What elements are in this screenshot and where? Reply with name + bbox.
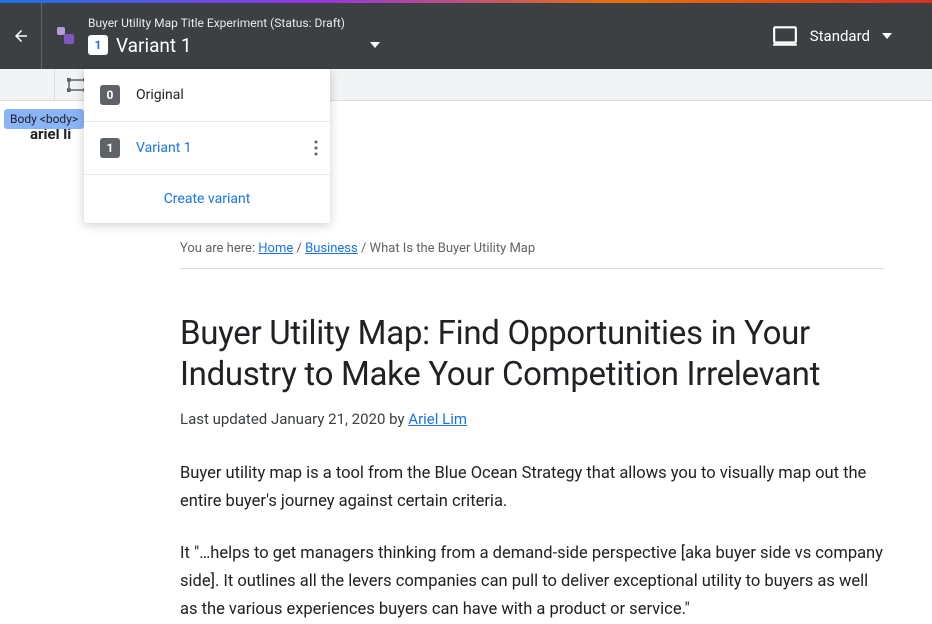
variant-name: Variant 1: [116, 34, 192, 57]
back-button[interactable]: [0, 3, 42, 69]
desktop-icon: [772, 25, 798, 47]
breadcrumb-current: / What Is the Buyer Utility Map: [358, 241, 535, 256]
breadcrumb: You are here: Home / Business / What Is …: [180, 241, 884, 269]
variant-badge: 1: [88, 35, 108, 55]
device-label: Standard: [810, 27, 870, 45]
chevron-down-icon: [370, 42, 380, 48]
article-meta: Last updated January 21, 2020 by Ariel L…: [180, 410, 884, 428]
more-options-button[interactable]: [314, 140, 318, 156]
dropdown-badge: 0: [100, 85, 120, 105]
title-area: Buyer Utility Map Title Experiment (Stat…: [88, 8, 772, 65]
article-paragraph: It "…helps to get managers thinking from…: [180, 540, 884, 624]
breadcrumb-prefix: You are here:: [180, 241, 258, 256]
breadcrumb-sep: /: [293, 241, 305, 256]
variant-dropdown-menu: 0 Original 1 Variant 1 Create variant: [84, 69, 330, 223]
meta-date: Last updated January 21, 2020 by: [180, 410, 408, 428]
experiment-title: Buyer Utility Map Title Experiment (Stat…: [88, 16, 772, 30]
app-header: Buyer Utility Map Title Experiment (Stat…: [0, 3, 932, 69]
element-selector-tag[interactable]: Body <body>: [4, 109, 84, 129]
dropdown-badge: 1: [100, 138, 120, 158]
variant-selector[interactable]: 1 Variant 1: [88, 34, 772, 57]
dropdown-label: Variant 1: [136, 140, 192, 156]
dropdown-item-original[interactable]: 0 Original: [84, 69, 330, 122]
breadcrumb-home-link[interactable]: Home: [258, 241, 293, 256]
article-body: Buyer utility map is a tool from the Blu…: [180, 460, 884, 624]
more-vert-icon: [314, 140, 318, 156]
article-title: Buyer Utility Map: Find Opportunities in…: [180, 313, 884, 396]
article-paragraph: Buyer utility map is a tool from the Blu…: [180, 460, 884, 516]
dropdown-label: Original: [136, 87, 184, 103]
author-link[interactable]: Ariel Lim: [408, 410, 467, 428]
arrow-left-icon: [12, 27, 30, 45]
device-selector[interactable]: Standard: [772, 25, 932, 47]
dropdown-item-variant-1[interactable]: 1 Variant 1: [84, 122, 330, 175]
toolbar-divider: [54, 69, 55, 101]
optimize-logo: [42, 24, 88, 48]
chevron-down-icon: [882, 33, 892, 39]
breadcrumb-business-link[interactable]: Business: [305, 241, 358, 256]
optimize-logo-icon: [54, 24, 78, 48]
create-variant-button[interactable]: Create variant: [84, 175, 330, 223]
